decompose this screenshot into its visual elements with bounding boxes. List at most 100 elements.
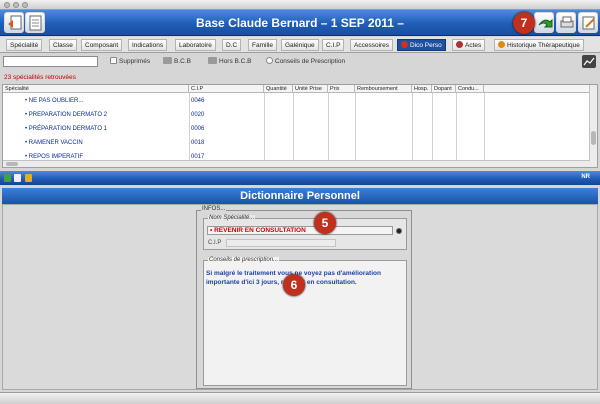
checkbox-icon [110, 57, 117, 64]
tab-label: Accessoires [354, 42, 390, 49]
window-titlebar [0, 0, 600, 10]
tab-accessoires[interactable]: Accessoires [350, 39, 394, 51]
column-header-dopant[interactable]: Dopant [432, 85, 456, 93]
tab-cip[interactable]: C.I.P [322, 39, 345, 51]
tab-label: Dico Perso [410, 42, 442, 49]
table-vertical-scrollbar[interactable] [589, 85, 597, 167]
column-header-cip[interactable]: C.I.P [189, 85, 264, 93]
table-row[interactable]: • PRÉPARATION DERMATO 1 0006 [3, 122, 589, 136]
tab-composant[interactable]: Composant [81, 39, 123, 51]
supprimes-checkbox[interactable]: Supprimés [110, 57, 150, 65]
people-status-icon[interactable] [25, 174, 32, 182]
minimize-window-button[interactable] [13, 2, 19, 8]
window-title: Base Claude Bernard – 1 SEP 2011 – [196, 16, 404, 30]
document-status-icon[interactable] [14, 174, 21, 182]
dictionary-panel: INFOS... Nom Spécialité... • REVENIR EN … [2, 204, 598, 390]
status-nr-label: NR [581, 174, 590, 180]
conseils-textarea[interactable]: Si malgré le traitement vous ne voyez pa… [206, 269, 404, 287]
column-header-specialite[interactable]: Spécialité [3, 85, 189, 93]
row-cip: 0046 [191, 98, 205, 104]
tab-label: Historique Thérapeutique [507, 42, 580, 49]
tab-laboratoire[interactable]: Laboratoire [175, 39, 216, 51]
tab-classe[interactable]: Classe [49, 39, 77, 51]
table-row[interactable]: • RAMENER VACCIN 0018 [3, 136, 589, 150]
table-row[interactable]: • PREPARATION DERMATO 2 0020 [3, 108, 589, 122]
row-specialite: • PRÉPARATION DERMATO 1 [25, 126, 108, 132]
edit-button[interactable] [578, 12, 598, 33]
row-specialite: • NE PAS OUBLIER... [25, 98, 84, 104]
chart-line-icon [583, 57, 595, 66]
lookup-icon[interactable] [396, 228, 402, 234]
pencil-icon [582, 16, 595, 30]
row-cip: 0018 [191, 140, 205, 146]
conseils-label: Conseils de Prescription [275, 58, 346, 65]
tab-historique[interactable]: Historique Thérapeutique [494, 39, 584, 51]
conseils-group: Conseils de prescription... Si malgré le… [203, 257, 407, 386]
scrollbar-thumb[interactable] [591, 131, 596, 145]
supprimes-label: Supprimés [119, 58, 151, 65]
row-specialite: • PREPARATION DERMATO 2 [25, 112, 108, 118]
conseils-legend: Conseils de prescription... [208, 257, 280, 263]
row-cip: 0006 [191, 126, 205, 132]
tab-label: Classe [53, 42, 73, 49]
zoom-window-button[interactable] [22, 2, 28, 8]
nom-specialite-field[interactable]: • REVENIR EN CONSULTATION [207, 226, 393, 235]
column-header-hosp[interactable]: Hosp. [412, 85, 432, 93]
bcb-icon [163, 57, 172, 64]
table-horizontal-scrollbar[interactable] [3, 160, 590, 167]
infos-legend: INFOS... [201, 206, 227, 212]
column-header-unite-prise[interactable]: Unité Prise [293, 85, 328, 93]
tab-bar: Spécialité Classe Composant Indications … [0, 37, 600, 53]
tab-label: Laboratoire [179, 42, 212, 49]
print-button[interactable] [556, 12, 576, 33]
tab-label: Spécialité [10, 42, 39, 49]
tab-label: Indications [132, 42, 164, 49]
search-input[interactable] [3, 56, 98, 67]
column-header-conduite[interactable]: Condu... [456, 85, 484, 93]
cip-field[interactable] [226, 239, 336, 247]
tab-label: Actes [465, 42, 482, 49]
tab-label: C.I.P [326, 42, 341, 49]
row-cip: 0020 [191, 112, 205, 118]
green-status-icon[interactable] [4, 174, 11, 182]
tab-indications[interactable]: Indications [128, 39, 168, 51]
hors-bcb-label: Hors B.C.B [219, 58, 252, 65]
close-window-button[interactable] [4, 2, 10, 8]
nom-specialite-group: Nom Spécialité... • REVENIR EN CONSULTAT… [203, 215, 407, 250]
green-arrow-icon [538, 18, 553, 28]
validate-button[interactable] [534, 12, 554, 33]
row-specialite: • RAMENER VACCIN [25, 140, 83, 146]
actes-icon [456, 41, 463, 48]
table-row[interactable]: • NE PAS OUBLIER... 0046 [3, 94, 589, 108]
tab-dico-perso[interactable]: Dico Perso [397, 39, 446, 51]
annotation-badge-7: 7 [513, 12, 535, 34]
printer-icon [560, 16, 574, 28]
tab-label: D.C [226, 42, 238, 49]
infos-group: INFOS... Nom Spécialité... • REVENIR EN … [196, 206, 412, 389]
chart-button[interactable] [582, 55, 596, 68]
column-header-quantite[interactable]: Quantité [264, 85, 293, 93]
tab-famille[interactable]: Famille [248, 39, 277, 51]
bcb-toggle[interactable]: B.C.B [163, 57, 191, 65]
nom-specialite-legend: Nom Spécialité... [208, 215, 256, 221]
bcb-label: B.C.B [174, 58, 191, 65]
column-header-remboursement[interactable]: Remboursement [355, 85, 412, 93]
section-title: Dictionnaire Personnel [2, 188, 598, 204]
table-header: Spécialité C.I.P Quantité Unité Prise Pr… [3, 85, 589, 93]
results-count: 23 spécialités retrouvées [4, 74, 76, 81]
status-bar: NR [0, 171, 600, 185]
nom-specialite-value: • REVENIR EN CONSULTATION [210, 227, 306, 234]
tab-dc[interactable]: D.C [222, 39, 242, 51]
hors-bcb-toggle[interactable]: Hors B.C.B [208, 57, 252, 65]
annotation-badge-5: 5 [314, 212, 336, 234]
bottom-bar [0, 392, 600, 404]
conseils-prescription-button[interactable]: Conseils de Prescription [266, 57, 345, 65]
specialites-table: Spécialité C.I.P Quantité Unité Prise Pr… [2, 84, 598, 168]
column-header-prix[interactable]: Prix [328, 85, 355, 93]
annotation-badge-6: 6 [283, 274, 305, 296]
tab-galenique[interactable]: Galénique [281, 39, 319, 51]
filter-toolbar: Supprimés B.C.B Hors B.C.B Conseils de P… [0, 56, 600, 70]
tab-specialite[interactable]: Spécialité [6, 39, 43, 51]
tab-actes[interactable]: Actes [452, 39, 486, 51]
scrollbar-thumb[interactable] [6, 162, 18, 166]
